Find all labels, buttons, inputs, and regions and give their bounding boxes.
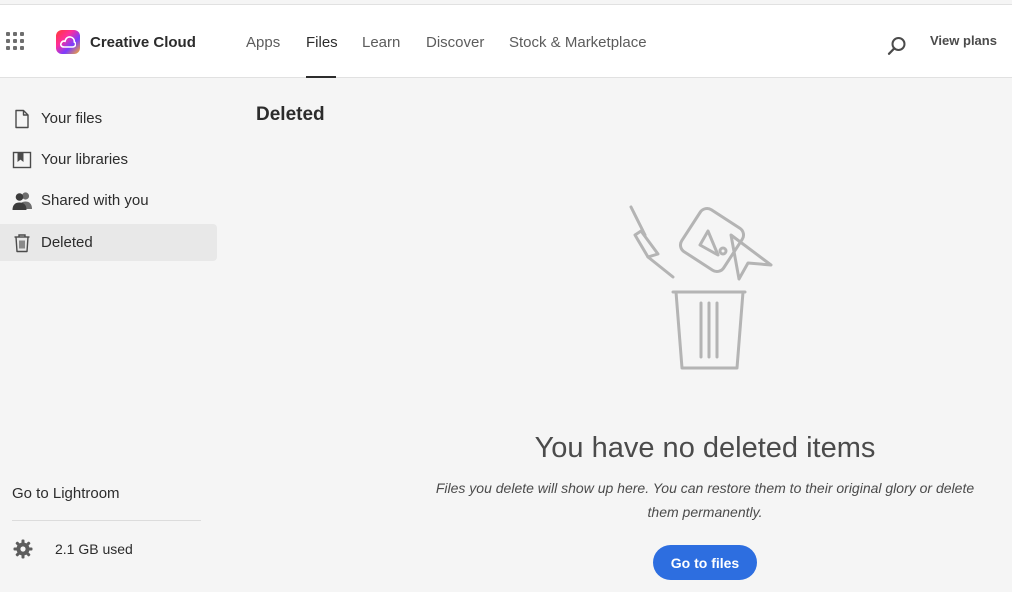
- active-tab-indicator: [306, 76, 336, 78]
- sidebar-item-deleted[interactable]: Deleted: [0, 224, 217, 261]
- tab-learn[interactable]: Learn: [362, 34, 400, 51]
- sidebar-item-shared-with-you[interactable]: Shared with you: [0, 182, 217, 219]
- empty-state-heading: You have no deleted items: [534, 432, 876, 464]
- gear-icon[interactable]: [13, 539, 33, 559]
- empty-trash-illustration-icon: [620, 195, 790, 375]
- tab-discover[interactable]: Discover: [426, 34, 484, 51]
- document-icon: [12, 109, 32, 129]
- view-plans-link[interactable]: View plans: [930, 33, 997, 48]
- empty-state-description: Files you delete will show up here. You …: [435, 480, 975, 520]
- sidebar-item-your-files[interactable]: Your files: [0, 100, 217, 137]
- sidebar-item-label: Your libraries: [41, 151, 128, 168]
- app-title[interactable]: Creative Cloud: [90, 34, 196, 51]
- storage-usage: 2.1 GB used: [55, 541, 133, 557]
- creative-cloud-logo-icon[interactable]: [56, 30, 80, 54]
- tab-files[interactable]: Files: [306, 34, 338, 51]
- sidebar-item-your-libraries[interactable]: Your libraries: [0, 141, 217, 178]
- sidebar-item-label: Deleted: [41, 234, 93, 251]
- trash-icon: [12, 233, 32, 253]
- top-nav-bar: Creative Cloud Apps Files Learn Discover…: [0, 4, 1012, 78]
- page-title: Deleted: [256, 104, 325, 125]
- sidebar-divider: [12, 520, 201, 521]
- sidebar-item-label: Your files: [41, 110, 103, 127]
- sidebar-item-label: Shared with you: [41, 192, 149, 209]
- tab-apps[interactable]: Apps: [246, 34, 280, 51]
- go-to-lightroom-link[interactable]: Go to Lightroom: [12, 485, 120, 502]
- library-icon: [12, 150, 32, 170]
- search-icon[interactable]: [887, 36, 907, 56]
- shared-users-icon: [12, 191, 32, 211]
- go-to-files-button[interactable]: Go to files: [653, 545, 757, 580]
- app-switcher-grid-icon[interactable]: [6, 32, 24, 50]
- tab-stock-marketplace[interactable]: Stock & Marketplace: [509, 34, 647, 51]
